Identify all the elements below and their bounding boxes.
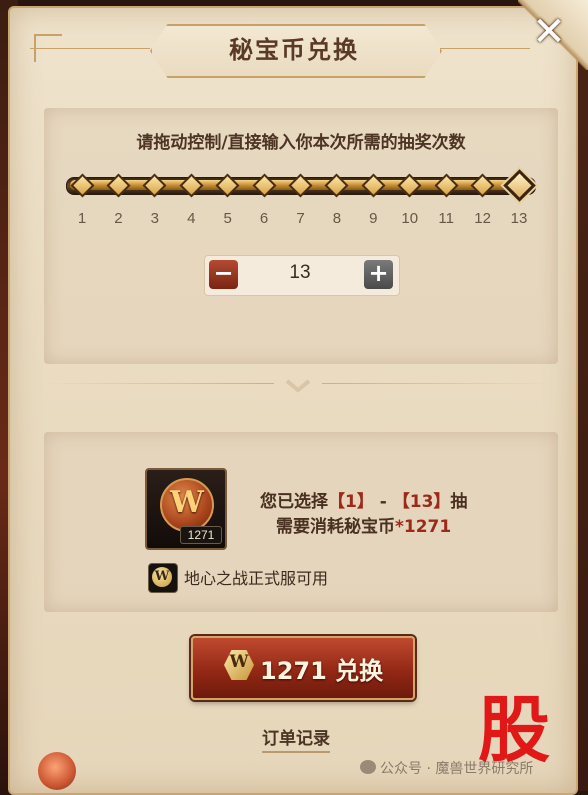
slider-tick-label: 8 [332,210,342,227]
availability-text: 地心之战正式服可用 [184,569,329,588]
close-button[interactable]: ✕ [528,12,570,52]
emblem-letter: W [229,652,249,672]
selection-dash: - [373,492,393,512]
slider-tick-label: 11 [438,210,454,227]
dialog-title: 秘宝币兑换 [229,36,359,64]
instruction-text: 请拖动控制/直接输入你本次所需的抽奖次数 [136,133,466,153]
slider-tick-label: 13 [510,210,528,227]
coin-letter: W [170,485,204,520]
selection-from: 【1】 [328,492,374,512]
slider-tick-label: 12 [474,210,491,227]
chevron-down-icon [285,379,311,393]
wechat-icon [360,760,376,774]
lantern-decoration [38,752,76,790]
decrement-button[interactable]: − [209,260,238,289]
cost-prefix: 需要消耗秘宝币 [276,517,395,537]
slider-tick-label: 4 [187,210,196,227]
selection-prefix: 您已选择 [260,492,328,512]
wow-logo-letter: W [152,567,172,587]
divider [322,383,552,384]
slider-tick-label: 1 [77,210,87,227]
slider-tick-label: 6 [259,210,269,227]
slider-tick-label: 2 [114,210,123,227]
order-history-link[interactable]: 订单记录 [262,724,330,753]
corner-ornament [34,34,62,62]
divider [44,383,274,384]
quantity-input[interactable]: 13 [240,262,360,284]
slider-tick-label: 10 [401,210,419,227]
watermark-stamp: 股 [478,688,551,772]
exchange-button-label[interactable]: 1271 兑换 [260,651,383,686]
increment-button[interactable]: + [364,260,393,289]
title-ornament-line [438,48,530,49]
item-count-badge: 1271 [180,526,222,544]
slider-tick-label: 7 [296,210,305,227]
cost-summary: 需要消耗秘宝币*1271 [276,512,451,537]
selection-summary: 您已选择【1】 - 【13】抽 [260,487,467,512]
selection-to: 【13】 [392,492,451,512]
slider-tick-label: 3 [150,210,159,227]
slider-tick-label: 5 [223,210,232,227]
selection-suffix: 抽 [450,492,468,512]
slider-tick-label: 9 [369,210,378,227]
cost-amount: *1271 [395,517,452,537]
